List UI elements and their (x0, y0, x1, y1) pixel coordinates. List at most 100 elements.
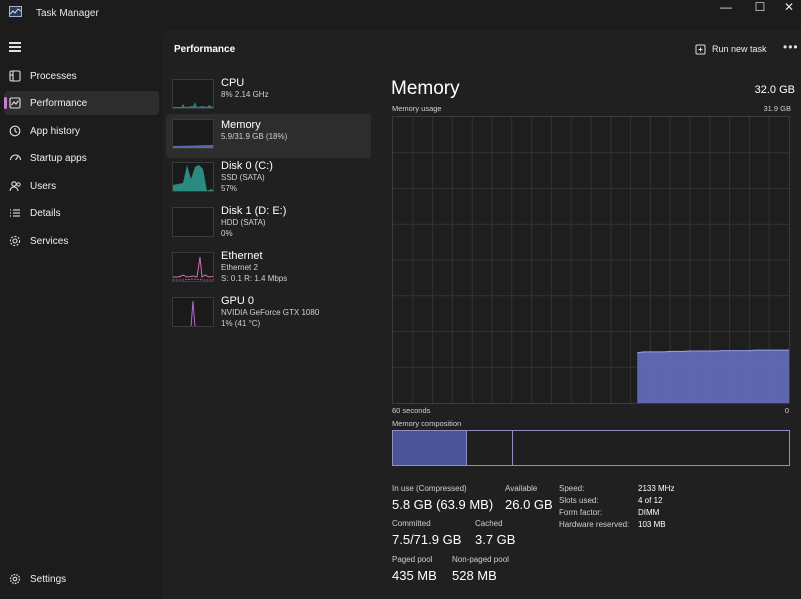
memory-total: 32.0 GB (754, 84, 795, 96)
device-gpu-0[interactable]: GPU 0 NVIDIA GeForce GTX 1080 1% (41 °C) (166, 292, 371, 336)
device-disk-0[interactable]: Disk 0 (C:) SSD (SATA) 57% (166, 157, 371, 201)
non-paged-pool-label: Non-paged pool (452, 555, 509, 564)
device-detail: Ethernet 2 (221, 263, 258, 272)
title-bar: Task Manager — ☐ ✕ (0, 0, 801, 30)
device-name: Disk 0 (C:) (221, 160, 273, 172)
device-detail: 5.9/31.9 GB (18%) (221, 132, 288, 141)
device-detail: SSD (SATA) (221, 173, 265, 182)
cached-value: 3.7 GB (475, 532, 516, 547)
memory-usage-label: Memory usage (392, 104, 442, 113)
run-new-task-label: Run new task (712, 44, 767, 54)
run-new-task-button[interactable]: Run new task (695, 40, 767, 58)
memory-usage-graph-svg (393, 117, 789, 403)
ethernet-thumbnail-graph (172, 252, 214, 282)
performance-icon (8, 96, 22, 110)
device-detail: 57% (221, 184, 238, 193)
gear-icon (8, 572, 22, 586)
device-detail: HDD (SATA) (221, 218, 266, 227)
sidebar-item-settings[interactable]: Settings (4, 569, 159, 589)
sidebar-item-label: Startup apps (30, 152, 87, 164)
device-ethernet[interactable]: Ethernet Ethernet 2 S: 0.1 R: 1.4 Mbps (166, 247, 371, 291)
sidebar-item-performance[interactable]: Performance (4, 91, 159, 115)
gpu-thumbnail-graph (172, 297, 214, 327)
memory-usage-area (637, 350, 789, 403)
window-title: Task Manager (36, 8, 99, 19)
device-detail: 1% (41 °C) (221, 319, 261, 328)
processes-icon (8, 69, 22, 83)
memory-usage-graph (392, 116, 790, 404)
sidebar-item-label: Performance (30, 97, 88, 109)
sidebar-item-label: Services (30, 235, 69, 247)
minimize-button[interactable]: — (710, 0, 742, 14)
device-name: GPU 0 (221, 295, 255, 307)
device-detail: NVIDIA GeForce GTX 1080 (221, 308, 320, 317)
sidebar-item-details[interactable]: Details (4, 201, 159, 225)
sidebar: Processes Performance App history Startu… (0, 30, 163, 599)
sidebar-item-users[interactable]: Users (4, 174, 159, 198)
available-value: 26.0 GB (505, 497, 553, 512)
page-title: Performance (174, 44, 236, 55)
device-name: CPU (221, 77, 245, 89)
sidebar-item-label: Processes (30, 70, 77, 82)
committed-label: Committed (392, 519, 431, 528)
sidebar-item-app-history[interactable]: App history (4, 119, 159, 143)
memory-usage-max: 31.9 GB (763, 104, 791, 113)
maximize-button[interactable]: ☐ (744, 0, 776, 14)
device-name: Ethernet (221, 250, 263, 262)
device-name: Memory (221, 119, 261, 131)
memory-thumbnail-graph (172, 119, 214, 149)
device-memory[interactable]: Memory 5.9/31.9 GB (18%) (166, 114, 371, 158)
hamburger-menu-icon[interactable] (9, 42, 21, 52)
close-button[interactable]: ✕ (773, 0, 801, 14)
in-use-value: 5.8 GB (63.9 MB) (392, 497, 494, 512)
disk-0-thumbnail-graph (172, 162, 214, 192)
spec-value: 103 MB (638, 520, 666, 529)
task-manager-icon (9, 6, 22, 17)
spec-label: Hardware reserved: (559, 520, 630, 529)
device-detail: S: 0.1 R: 1.4 Mbps (221, 274, 288, 283)
non-paged-pool-value: 528 MB (452, 568, 497, 583)
sidebar-item-label: Details (30, 207, 61, 219)
spec-value: 2133 MHz (638, 484, 675, 493)
sidebar-item-processes[interactable]: Processes (4, 64, 159, 88)
composition-modified (467, 431, 513, 465)
spec-label: Form factor: (559, 508, 603, 517)
spec-value: 4 of 12 (638, 496, 663, 505)
device-disk-1[interactable]: Disk 1 (D: E:) HDD (SATA) 0% (166, 202, 371, 246)
memory-title: Memory (391, 78, 460, 99)
cpu-thumbnail-graph (172, 79, 214, 109)
details-icon (8, 206, 22, 220)
users-icon (8, 179, 22, 193)
services-icon (8, 234, 22, 248)
composition-in-use (393, 431, 467, 465)
spec-label: Slots used: (559, 496, 599, 505)
paged-pool-label: Paged pool (392, 555, 433, 564)
sidebar-item-services[interactable]: Services (4, 229, 159, 253)
memory-composition-bar (392, 430, 790, 466)
sidebar-item-label: Settings (30, 573, 67, 585)
startup-icon (8, 151, 22, 165)
committed-value: 7.5/71.9 GB (392, 532, 462, 547)
available-label: Available (505, 484, 538, 493)
sidebar-item-label: App history (30, 125, 81, 137)
sidebar-item-startup-apps[interactable]: Startup apps (4, 146, 159, 170)
main-panel: Performance Run new task ••• CPU 8% 2.14… (163, 30, 801, 599)
memory-composition-label: Memory composition (392, 419, 462, 428)
device-name: Disk 1 (D: E:) (221, 205, 287, 217)
device-detail: 8% 2.14 GHz (221, 90, 269, 99)
memory-detail-pane: Memory 32.0 GB Memory usage 31.9 GB 60 s… (391, 78, 795, 599)
device-cpu[interactable]: CPU 8% 2.14 GHz (166, 74, 371, 118)
more-options-button[interactable]: ••• (783, 40, 799, 54)
run-task-icon (695, 44, 706, 54)
disk-1-thumbnail-graph (172, 207, 214, 237)
device-detail: 0% (221, 229, 233, 238)
paged-pool-value: 435 MB (392, 568, 437, 583)
spec-value: DIMM (638, 508, 660, 517)
graph-time-right: 0 (784, 406, 789, 415)
sidebar-item-label: Users (30, 180, 57, 192)
in-use-label: In use (Compressed) (392, 484, 467, 493)
spec-label: Speed: (559, 484, 585, 493)
graph-time-left: 60 seconds (392, 406, 431, 415)
history-icon (8, 124, 22, 138)
cached-label: Cached (475, 519, 503, 528)
